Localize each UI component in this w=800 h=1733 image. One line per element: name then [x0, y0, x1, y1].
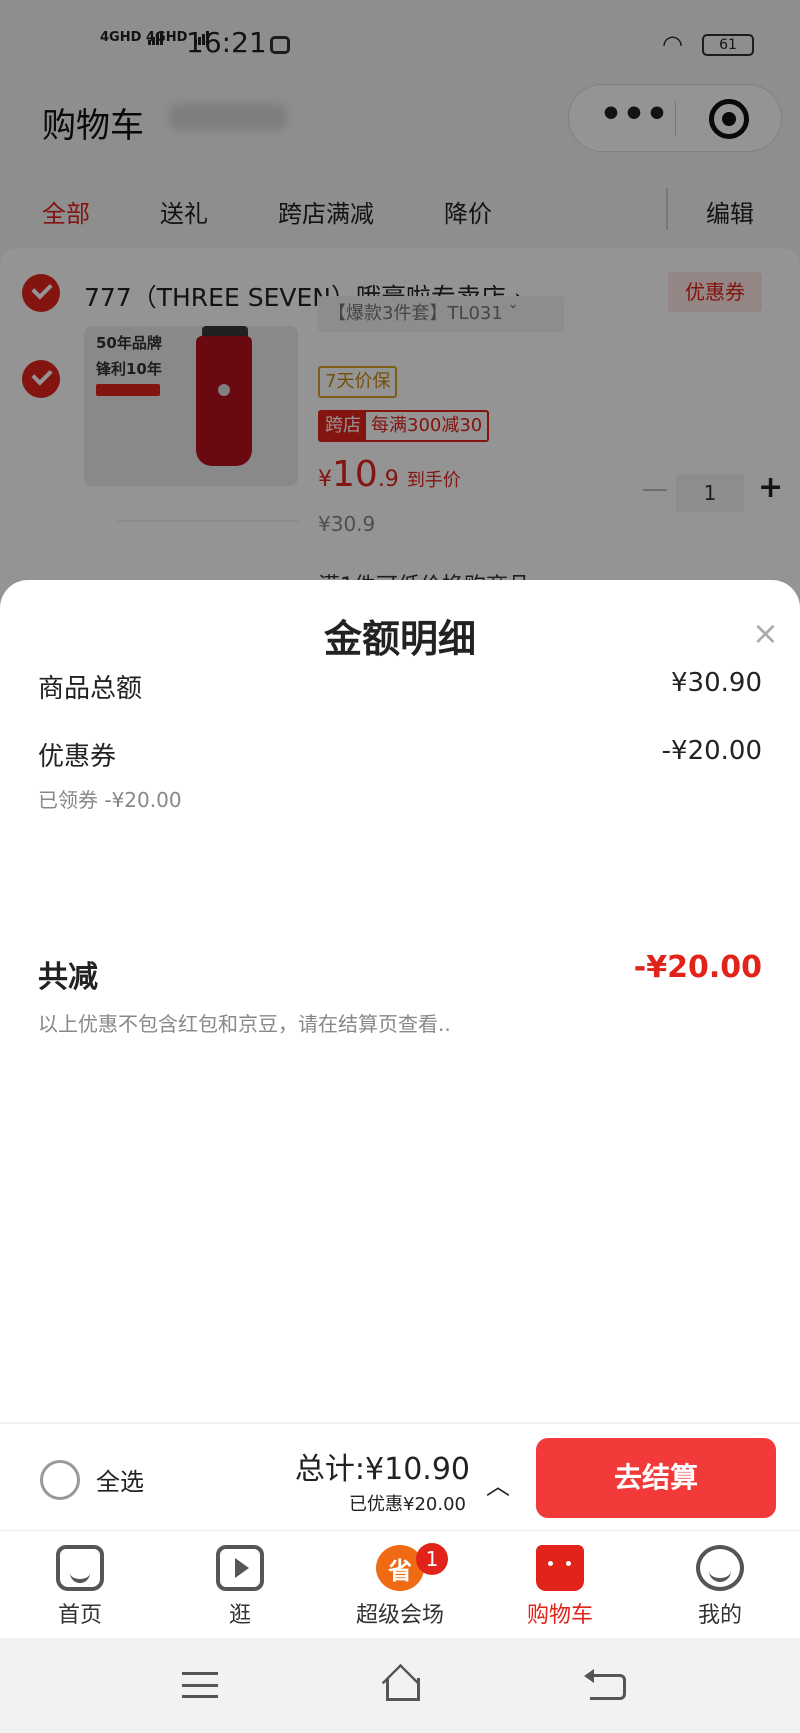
sheet-title: 金额明细 [323, 617, 476, 661]
play-icon [216, 1545, 264, 1591]
bottom-tab-bar: 首页 逛 1 超级会场 购物车 我的 [0, 1530, 800, 1638]
discount-note: 以上优惠不包含红包和京豆，请在结算页查看.. [38, 1012, 451, 1036]
close-icon[interactable]: × [752, 614, 779, 652]
tab-home[interactable]: 首页 [0, 1531, 160, 1639]
checkout-bar: 全选 总计:¥10.90 已优惠¥20.00 ︿ 去结算 [0, 1422, 800, 1530]
goods-total-label: 商品总额 [38, 674, 143, 704]
cart-icon [536, 1545, 584, 1591]
home-icon [56, 1545, 104, 1591]
menu-icon[interactable] [182, 1672, 218, 1698]
tab-super-venue[interactable]: 1 超级会场 [320, 1531, 480, 1639]
back-icon[interactable] [584, 1669, 626, 1700]
total-reduce-label: 共减 [38, 960, 98, 995]
tab-profile-label: 我的 [697, 1603, 742, 1628]
coupon-sub-text: 已领券 -¥20.00 [38, 788, 182, 812]
tab-cart[interactable]: 购物车 [480, 1531, 640, 1639]
profile-icon [696, 1545, 744, 1591]
notification-badge: 1 [416, 1543, 448, 1575]
tab-browse-label: 逛 [228, 1603, 251, 1628]
goods-total-value: ¥30.90 [671, 668, 762, 698]
home-nav-icon[interactable] [378, 1664, 422, 1704]
tab-cart-label: 购物车 [526, 1603, 593, 1628]
tab-home-label: 首页 [57, 1603, 102, 1628]
total-reduce-value: -¥20.00 [633, 950, 762, 985]
discount-amount: 已优惠¥20.00 [349, 1494, 466, 1515]
coupon-label: 优惠券 [38, 742, 117, 772]
select-all-label[interactable]: 全选 [96, 1462, 144, 1497]
system-navigation-bar [0, 1638, 800, 1733]
checkout-button[interactable]: 去结算 [536, 1438, 776, 1518]
tab-super-venue-label: 超级会场 [355, 1603, 444, 1628]
tab-browse[interactable]: 逛 [160, 1531, 320, 1639]
select-all-radio[interactable] [40, 1460, 80, 1500]
tab-profile[interactable]: 我的 [640, 1531, 800, 1639]
coupon-value: -¥20.00 [661, 736, 762, 766]
chevron-up-icon[interactable]: ︿ [486, 1466, 510, 1501]
total-price: 总计:¥10.90 [294, 1452, 470, 1487]
